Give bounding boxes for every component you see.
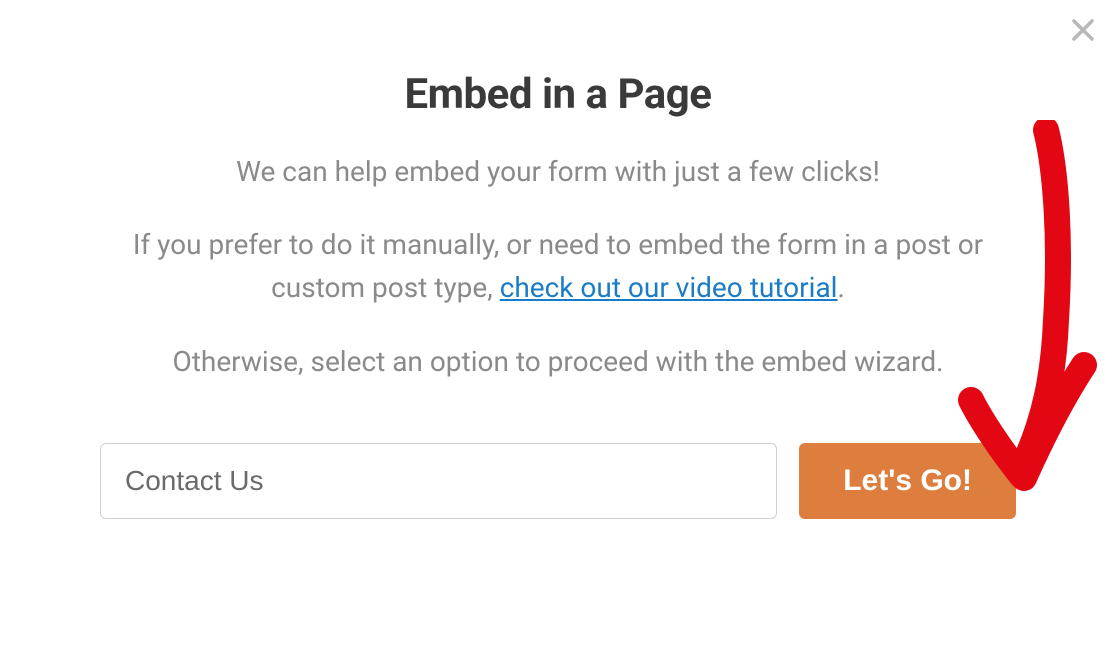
paragraph-text-after: .: [837, 271, 844, 304]
modal-subtitle: We can help embed your form with just a …: [100, 151, 1016, 193]
embed-modal: Embed in a Page We can help embed your f…: [0, 0, 1116, 667]
page-name-input[interactable]: [100, 443, 777, 519]
modal-paragraph-manual: If you prefer to do it manually, or need…: [100, 223, 1016, 310]
modal-paragraph-otherwise: Otherwise, select an option to proceed w…: [100, 340, 1016, 383]
video-tutorial-link[interactable]: check out our video tutorial: [500, 271, 838, 304]
close-icon[interactable]: [1072, 18, 1094, 46]
input-row: Let's Go!: [100, 443, 1016, 519]
lets-go-button[interactable]: Let's Go!: [799, 443, 1016, 519]
modal-title: Embed in a Page: [100, 70, 1016, 119]
